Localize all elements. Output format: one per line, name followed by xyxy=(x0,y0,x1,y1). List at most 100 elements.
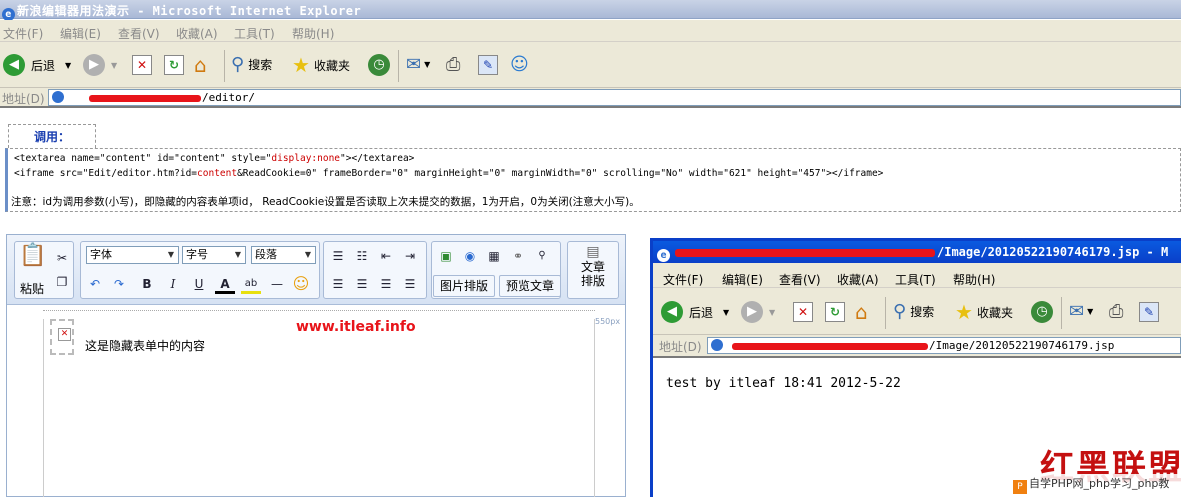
link-icon[interactable]: ⚭ xyxy=(508,246,528,266)
ruler-width-label: 550px xyxy=(595,317,621,326)
editor-ruler xyxy=(43,310,595,318)
redo-icon[interactable]: ↷ xyxy=(109,274,129,294)
highlight-icon[interactable]: ab xyxy=(241,274,261,294)
forward-button[interactable]: ▶ ▼ xyxy=(83,54,117,76)
align-left-icon[interactable]: ☰ xyxy=(328,274,348,294)
back-button[interactable]: ◀ 后退 ▼ xyxy=(3,54,71,76)
mail-button[interactable]: ✉ ▼ xyxy=(406,54,430,75)
emoticon-icon[interactable]: ☺ xyxy=(291,274,311,294)
align-justify-icon[interactable]: ☰ xyxy=(400,274,420,294)
ordered-list-icon[interactable]: ☰ xyxy=(328,246,348,266)
popup-address-input[interactable]: /Image/20120522190746179.jsp xyxy=(707,337,1181,354)
popup-menu-favorites[interactable]: 收藏(A) xyxy=(837,271,879,288)
unordered-list-icon[interactable]: ☷ xyxy=(352,246,372,266)
chevron-down-icon: ▼ xyxy=(304,250,312,259)
edit-button[interactable]: ✎ xyxy=(478,55,498,75)
home-icon: ⌂ xyxy=(855,300,868,324)
popup-search-button[interactable]: ⚲ 搜索 xyxy=(893,301,934,322)
popup-refresh-button[interactable]: ↻ xyxy=(825,302,845,322)
popup-menu-view[interactable]: 查看(V) xyxy=(779,271,821,288)
menu-tools[interactable]: 工具(T) xyxy=(234,25,275,42)
popup-menu-tools[interactable]: 工具(T) xyxy=(895,271,936,288)
popup-menu-edit[interactable]: 编辑(E) xyxy=(722,271,763,288)
menu-edit[interactable]: 编辑(E) xyxy=(60,25,101,42)
back-arrow-icon: ◀ xyxy=(3,54,25,76)
popup-stop-button[interactable]: ✕ xyxy=(793,302,813,322)
browser-toolbar: ◀ 后退 ▼ ▶ ▼ ✕ ↻ ⌂ ⚲ 搜索 ★ 收藏夹 ◷ ✉ ▼ ⎙ ✎ ☺ xyxy=(0,42,1181,88)
window-title: e 新浪编辑器用法演示 - Microsoft Internet Explorer xyxy=(2,2,361,21)
refresh-icon: ↻ xyxy=(164,55,184,75)
cut-icon[interactable]: ✂ xyxy=(52,248,72,268)
history-button[interactable]: ◷ xyxy=(368,54,390,76)
watermark-banner: P 自学PHP网_php学习_php教 xyxy=(1010,474,1181,494)
popup-forward-button[interactable]: ▶ ▼ xyxy=(741,301,775,323)
usage-note: 注意：id为调用参数(小写)，即隐藏的内容表单项id， ReadCookie设置… xyxy=(11,196,640,208)
mail-dropdown-icon[interactable]: ▼ xyxy=(1087,307,1093,316)
rich-text-editor: 📋 粘贴 ✂ ❐ 字体 ▼ 字号 ▼ 段落 ▼ ↶ ↷ B I U A ab — ☺ … xyxy=(6,234,626,497)
popup-back-button[interactable]: ◀ 后退 ▼ xyxy=(661,301,729,323)
search-icon: ⚲ xyxy=(231,54,245,75)
popup-mail-button[interactable]: ✉ ▼ xyxy=(1069,301,1093,322)
italic-icon[interactable]: I xyxy=(163,274,183,294)
media-icon[interactable]: ◉ xyxy=(460,246,480,266)
iask-search-icon[interactable]: ⚲ xyxy=(532,246,552,266)
popup-menu-file[interactable]: 文件(F) xyxy=(663,271,703,288)
popup-favorites-button[interactable]: ★ 收藏夹 xyxy=(955,300,1013,324)
back-dropdown-icon[interactable]: ▼ xyxy=(723,308,729,317)
undo-icon[interactable]: ↶ xyxy=(85,274,105,294)
font-color-icon[interactable]: A xyxy=(215,274,235,294)
popup-home-button[interactable]: ⌂ xyxy=(855,300,868,324)
popup-address-label: 地址(D) xyxy=(659,340,702,354)
image-layout-button[interactable]: 图片排版 xyxy=(433,275,495,297)
popup-print-button[interactable]: ⎙ xyxy=(1109,301,1123,322)
article-layout-button[interactable]: ▤ 文章 排版 xyxy=(567,241,619,299)
back-dropdown-icon[interactable]: ▼ xyxy=(65,61,71,70)
favorites-button[interactable]: ★ 收藏夹 xyxy=(292,53,350,77)
mail-icon: ✉ xyxy=(406,54,422,75)
chevron-down-icon: ▼ xyxy=(234,250,242,259)
copy-icon[interactable]: ❐ xyxy=(52,272,72,292)
image-icon[interactable]: ▣ xyxy=(436,246,456,266)
font-select[interactable]: 字体 ▼ xyxy=(86,246,179,264)
editor-content-area[interactable]: ✕ 这是隐藏表单中的内容 www.itleaf.info xyxy=(43,319,595,497)
search-button[interactable]: ⚲ 搜索 xyxy=(231,54,272,75)
popup-title-bar: e /Image/20120522190746179.jsp - M xyxy=(653,241,1181,263)
horizontal-rule-icon[interactable]: — xyxy=(267,274,287,294)
title-bar: e 新浪编辑器用法演示 - Microsoft Internet Explorer xyxy=(0,0,1181,21)
align-center-icon[interactable]: ☰ xyxy=(352,274,372,294)
paste-icon[interactable]: 📋 xyxy=(19,245,46,276)
redacted-mark xyxy=(89,95,201,102)
print-button[interactable]: ⎙ xyxy=(446,54,460,75)
menu-file[interactable]: 文件(F) xyxy=(3,25,43,42)
table-icon[interactable]: ▦ xyxy=(484,246,504,266)
menu-view[interactable]: 查看(V) xyxy=(118,25,160,42)
mail-dropdown-icon[interactable]: ▼ xyxy=(424,60,430,69)
underline-icon[interactable]: U xyxy=(189,274,209,294)
edit-page-icon: ✎ xyxy=(1139,302,1159,322)
forward-arrow-icon: ▶ xyxy=(83,54,105,76)
popup-menu-help[interactable]: 帮助(H) xyxy=(953,271,995,288)
menu-help[interactable]: 帮助(H) xyxy=(292,25,334,42)
toolbar-separator xyxy=(224,50,225,82)
home-button[interactable]: ⌂ xyxy=(194,53,207,77)
paste-label[interactable]: 粘贴 xyxy=(20,280,44,297)
messenger-button[interactable]: ☺ xyxy=(510,54,529,75)
menu-favorites[interactable]: 收藏(A) xyxy=(176,25,218,42)
stop-icon: ✕ xyxy=(793,302,813,322)
back-label: 后退 xyxy=(31,58,56,73)
address-input[interactable]: /editor/ xyxy=(48,89,1181,106)
preview-article-button[interactable]: 预览文章 xyxy=(499,275,561,297)
forward-arrow-icon: ▶ xyxy=(741,301,763,323)
indent-icon[interactable]: ⇥ xyxy=(400,246,420,266)
popup-history-button[interactable]: ◷ xyxy=(1031,301,1053,323)
align-right-icon[interactable]: ☰ xyxy=(376,274,396,294)
paragraph-select[interactable]: 段落 ▼ xyxy=(251,246,316,264)
stop-button[interactable]: ✕ xyxy=(132,55,152,75)
address-url-text: /editor/ xyxy=(202,91,255,104)
outdent-icon[interactable]: ⇤ xyxy=(376,246,396,266)
bold-icon[interactable]: B xyxy=(137,274,157,294)
popup-edit-button[interactable]: ✎ xyxy=(1139,302,1159,322)
favorites-label: 收藏夹 xyxy=(313,58,350,73)
size-select[interactable]: 字号 ▼ xyxy=(182,246,246,264)
refresh-button[interactable]: ↻ xyxy=(164,55,184,75)
